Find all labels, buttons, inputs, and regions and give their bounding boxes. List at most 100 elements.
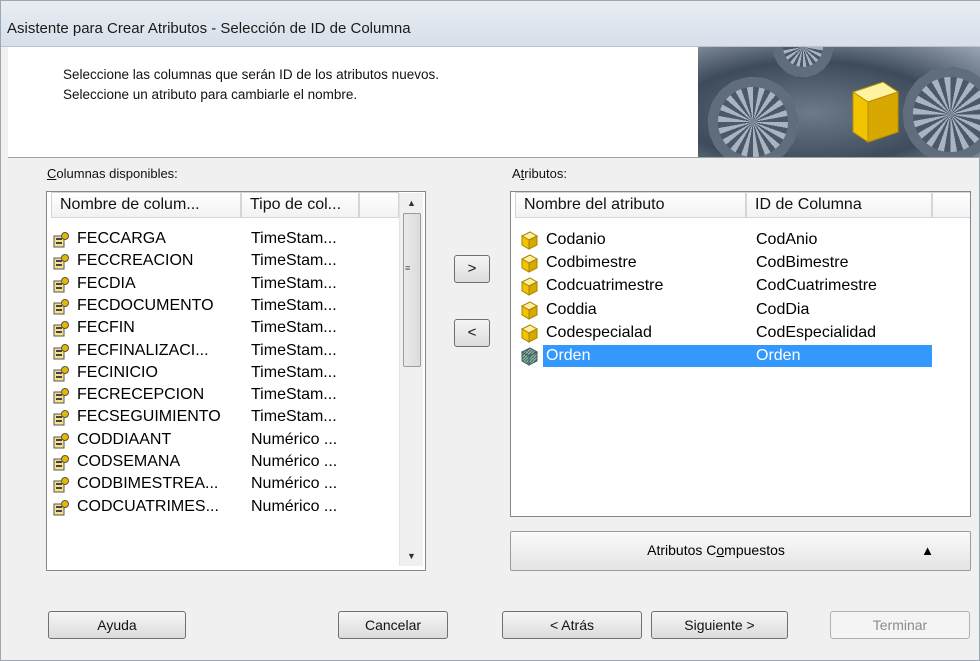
attribute-column-id: CodCuatrimestre — [756, 277, 877, 295]
column-name: CODBIMESTREA... — [77, 475, 219, 493]
attribute-row[interactable]: Codespecialad CodEspecialidad — [511, 322, 970, 344]
scroll-down-arrow-icon[interactable]: ▼ — [400, 546, 423, 566]
attributes-list[interactable]: Nombre del atributo ID de Columna Codani… — [510, 191, 971, 517]
column-header-type[interactable]: Tipo de col... — [241, 192, 359, 218]
column-name: FECDIA — [77, 274, 136, 292]
gear-icon — [903, 67, 980, 157]
triangle-up-icon: ▲ — [921, 543, 934, 558]
list-item[interactable]: FECSEGUIMIENTO TimeStam... — [47, 406, 399, 428]
instruction-line-1: Seleccione las columnas que serán ID de … — [63, 67, 439, 82]
column-type: Numérico ... — [251, 430, 338, 448]
column-type: Numérico ... — [251, 497, 338, 515]
attribute-column-id: CodAnio — [756, 231, 818, 248]
column-key-icon — [53, 455, 69, 471]
list-item[interactable]: CODDIAANT Numérico ... — [47, 429, 399, 451]
list-item[interactable]: CODSEMANA Numérico ... — [47, 451, 399, 473]
list-item[interactable]: CODBIMESTREA... Numérico ... — [47, 473, 399, 495]
column-key-icon — [53, 343, 69, 359]
column-key-icon — [53, 254, 69, 270]
add-column-button[interactable]: > — [454, 255, 490, 283]
column-name: CODSEMANA — [77, 453, 181, 470]
column-header-column-id[interactable]: ID de Columna — [746, 192, 932, 218]
column-key-icon — [53, 388, 69, 404]
column-name: FECCARGA — [77, 230, 166, 247]
attribute-column-id: Orden — [756, 347, 801, 364]
instruction-line-2: Seleccione un atributo para cambiarle el… — [63, 87, 358, 102]
column-name: FECSEGUIMIENTO — [77, 408, 221, 426]
cube-icon — [520, 301, 539, 320]
attribute-name: Codbimestre — [546, 254, 637, 272]
next-button[interactable]: Siguiente > — [651, 611, 788, 639]
attribute-name: Coddia — [546, 300, 597, 318]
column-header-name[interactable]: Nombre de colum... — [51, 192, 241, 218]
available-columns-list[interactable]: Nombre de colum... Tipo de col... FECCAR… — [46, 191, 426, 571]
attribute-row[interactable]: Codcuatrimestre CodCuatrimestre — [511, 275, 970, 297]
scrollbar-thumb[interactable] — [403, 213, 421, 367]
column-key-icon — [53, 298, 69, 315]
remove-column-button[interactable]: < — [454, 319, 490, 347]
column-key-icon — [53, 499, 69, 516]
yellow-cube-icon — [851, 81, 900, 143]
column-type: Numérico ... — [251, 475, 338, 493]
list-item[interactable]: FECDOCUMENTO TimeStam... — [47, 295, 399, 317]
attribute-row[interactable]: Orden Orden — [511, 345, 970, 367]
composite-attributes-label: Atributos Compuestos — [647, 542, 785, 558]
column-name: FECDOCUMENTO — [77, 296, 214, 314]
column-key-icon — [53, 365, 69, 382]
column-name: FECCREACION — [77, 252, 194, 270]
attribute-name: Orden — [546, 347, 591, 364]
column-key-icon — [53, 232, 69, 248]
column-key-icon — [53, 432, 69, 449]
attributes-label: Atributos: — [512, 166, 567, 181]
composite-attributes-button[interactable]: Atributos Compuestos ▲ — [510, 531, 971, 571]
list-item[interactable]: FECINICIO TimeStam... — [47, 362, 399, 384]
attribute-name: Codanio — [546, 231, 606, 248]
attribute-row[interactable]: Coddia CodDia — [511, 299, 970, 321]
column-key-icon — [53, 276, 69, 293]
wizard-window: Asistente para Crear Atributos - Selecci… — [0, 0, 980, 661]
column-header-attribute-name[interactable]: Nombre del atributo — [515, 192, 746, 218]
column-type: TimeStam... — [251, 252, 337, 270]
column-name: FECFINALIZACI... — [77, 341, 209, 359]
column-type: TimeStam... — [251, 274, 337, 292]
gear-icon — [708, 77, 798, 157]
attribute-name: Codespecialad — [546, 323, 652, 341]
list-item[interactable]: CODCUATRIMES... Numérico ... — [47, 496, 399, 518]
column-header-filler — [359, 192, 399, 218]
column-type: TimeStam... — [251, 296, 337, 314]
vertical-scrollbar[interactable]: ▲ ≡ ▼ — [399, 193, 423, 566]
cancel-button[interactable]: Cancelar — [338, 611, 448, 639]
cube-icon — [520, 254, 539, 274]
cube-icon — [520, 231, 539, 250]
column-type: TimeStam... — [251, 230, 337, 247]
column-type: TimeStam... — [251, 319, 337, 337]
hatched-cube-icon — [520, 347, 539, 366]
column-header-filler — [932, 192, 970, 218]
attribute-column-id: CodBimestre — [756, 254, 849, 272]
wizard-banner-image — [698, 47, 980, 157]
wizard-header: Seleccione las columnas que serán ID de … — [8, 47, 980, 158]
list-item[interactable]: FECDIA TimeStam... — [47, 273, 399, 295]
column-type: Numérico ... — [251, 453, 338, 470]
title-bar[interactable]: Asistente para Crear Atributos - Selecci… — [1, 1, 980, 47]
attribute-row[interactable]: Codbimestre CodBimestre — [511, 252, 970, 274]
attribute-column-id: CodEspecialidad — [756, 323, 877, 341]
list-item[interactable]: FECCREACION TimeStam... — [47, 250, 399, 272]
finish-button[interactable]: Terminar — [830, 611, 970, 639]
back-button[interactable]: < Atrás — [502, 611, 642, 639]
column-key-icon — [53, 477, 69, 493]
attribute-row[interactable]: Codanio CodAnio — [511, 229, 970, 251]
cube-icon — [520, 277, 539, 297]
list-item[interactable]: FECFIN TimeStam... — [47, 317, 399, 339]
column-key-icon — [53, 410, 69, 426]
list-item[interactable]: FECFINALIZACI... TimeStam... — [47, 340, 399, 362]
column-name: FECINICIO — [77, 363, 158, 381]
help-button[interactable]: Ayuda — [48, 611, 186, 639]
scroll-up-arrow-icon[interactable]: ▲ — [400, 193, 423, 213]
cube-icon — [520, 324, 539, 343]
list-item[interactable]: FECRECEPCION TimeStam... — [47, 384, 399, 406]
attribute-name: Codcuatrimestre — [546, 277, 664, 295]
column-type: TimeStam... — [251, 408, 337, 426]
column-name: CODCUATRIMES... — [77, 497, 219, 515]
list-item[interactable]: FECCARGA TimeStam... — [47, 228, 399, 250]
